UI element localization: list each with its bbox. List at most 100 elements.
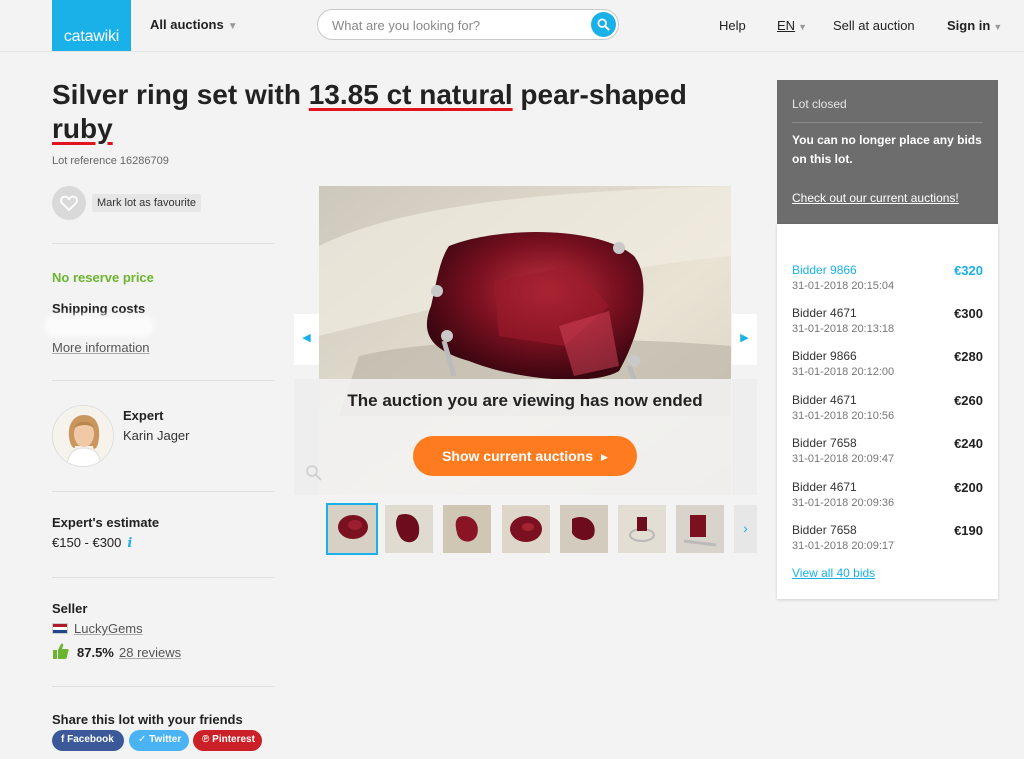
- sell-at-auction-link[interactable]: Sell at auction: [833, 18, 915, 33]
- bidder-name: Bidder 7658: [792, 523, 857, 537]
- bidder-name: Bidder 7658: [792, 436, 857, 450]
- bid-time: 31-01-2018 20:10:56: [792, 410, 895, 422]
- gallery-prev-button[interactable]: ◀: [294, 314, 319, 365]
- show-current-auctions-label: Show current auctions: [442, 448, 593, 464]
- facebook-share-button[interactable]: f Facebook: [52, 730, 124, 751]
- expert-name: Karin Jager: [123, 428, 190, 443]
- bid-time: 31-01-2018 20:09:47: [792, 453, 895, 465]
- show-current-auctions-button[interactable]: Show current auctions ▶: [413, 436, 637, 476]
- expert-avatar: [52, 405, 114, 467]
- thumbs-up-icon: [53, 643, 69, 659]
- pinterest-label: Pinterest: [212, 734, 255, 745]
- gallery-side-panel: [732, 379, 757, 495]
- search-bar: [317, 9, 619, 40]
- bidder-name: Bidder 4671: [792, 480, 857, 494]
- divider: [52, 380, 274, 381]
- seller-name-link[interactable]: LuckyGems: [74, 621, 143, 636]
- sign-in-label: Sign in: [947, 18, 991, 33]
- lot-status-box: Lot closed You can no longer place any b…: [777, 80, 998, 224]
- bid-row: Bidder 7658 31-01-2018 20:09:47 €240: [792, 436, 983, 476]
- current-auctions-link[interactable]: Check out our current auctions!: [792, 191, 959, 205]
- gallery-thumbnail[interactable]: [618, 505, 666, 553]
- thumbnails-next-button[interactable]: ›: [734, 505, 757, 553]
- divider: [52, 577, 274, 578]
- divider: [52, 243, 274, 244]
- shipping-costs-value: [48, 319, 150, 333]
- twitter-share-button[interactable]: ✓ Twitter: [129, 730, 189, 751]
- no-reserve-label: No reserve price: [52, 270, 154, 285]
- expert-title: Expert: [123, 408, 164, 423]
- play-arrow-icon: ▶: [601, 452, 608, 462]
- lot-closed-heading: Lot closed: [792, 97, 847, 111]
- twitter-label: Twitter: [149, 734, 182, 745]
- bidder-name: Bidder 9866: [792, 263, 857, 277]
- gallery-thumbnail[interactable]: [560, 505, 608, 553]
- seller-label: Seller: [52, 601, 88, 616]
- search-input[interactable]: [332, 16, 582, 34]
- pinterest-share-button[interactable]: ℗ Pinterest: [193, 730, 262, 751]
- lot-image-gallery[interactable]: The auction you are viewing has now ende…: [319, 186, 731, 495]
- gallery-thumbnail[interactable]: [502, 505, 550, 553]
- zoom-icon[interactable]: [305, 464, 323, 482]
- gallery-thumbnail[interactable]: [326, 503, 378, 555]
- bidder-name: Bidder 4671: [792, 306, 857, 320]
- sign-in-menu[interactable]: Sign in ▼: [947, 18, 1002, 33]
- seller-rating: 87.5%: [77, 645, 114, 660]
- bid-row: Bidder 7658 31-01-2018 20:09:17 €190: [792, 523, 983, 563]
- netherlands-flag-icon: [52, 623, 68, 634]
- bid-amount: €200: [954, 480, 983, 495]
- gallery-thumbnail[interactable]: [676, 505, 724, 553]
- catawiki-logo[interactable]: catawiki: [52, 0, 131, 51]
- lot-closed-message: You can no longer place any bids on this…: [792, 133, 982, 166]
- favourite-label[interactable]: Mark lot as favourite: [92, 194, 202, 212]
- language-label: EN: [777, 18, 796, 33]
- bidder-name: Bidder 4671: [792, 393, 857, 407]
- title-text: pear-shaped: [512, 79, 687, 110]
- shipping-costs-label: Shipping costs: [52, 301, 146, 316]
- top-header: catawiki All auctions▼ Help EN▼ Sell at …: [0, 0, 1024, 52]
- bid-row: Bidder 9866 31-01-2018 20:12:00 €280: [792, 349, 983, 389]
- view-all-bids-link[interactable]: View all 40 bids: [792, 566, 875, 580]
- pinterest-icon: ℗: [202, 734, 213, 745]
- estimate-value: €150 - €300 i: [52, 535, 132, 551]
- language-selector[interactable]: EN ▼: [777, 18, 807, 33]
- gallery-thumbnail[interactable]: [385, 505, 433, 553]
- auction-ended-text: The auction you are viewing has now ende…: [347, 391, 703, 410]
- all-auctions-menu[interactable]: All auctions ▼: [150, 17, 238, 32]
- bid-time: 31-01-2018 20:09:17: [792, 540, 895, 552]
- arrow-left-icon: ◀: [302, 332, 311, 344]
- bid-row: Bidder 4671 31-01-2018 20:13:18 €300: [792, 306, 983, 346]
- bid-row: Bidder 9866 31-01-2018 20:15:04 €320: [792, 263, 983, 303]
- bid-amount: €300: [954, 306, 983, 321]
- title-highlight: ruby: [52, 113, 113, 144]
- seller-reviews-link[interactable]: 28 reviews: [119, 645, 181, 660]
- bidder-name: Bidder 9866: [792, 349, 857, 363]
- divider: [52, 686, 274, 687]
- help-link[interactable]: Help: [719, 18, 746, 33]
- bid-time: 31-01-2018 20:12:00: [792, 366, 895, 378]
- chevron-right-icon: ›: [743, 520, 748, 536]
- bid-time: 31-01-2018 20:09:36: [792, 497, 895, 509]
- estimate-amount: €150 - €300: [52, 535, 122, 550]
- bid-amount: €280: [954, 349, 983, 364]
- divider: [52, 491, 274, 492]
- favourite-circle[interactable]: [52, 186, 86, 220]
- chevron-down-icon: ▼: [993, 22, 1003, 32]
- twitter-icon: ✓: [138, 734, 150, 745]
- estimate-label: Expert's estimate: [52, 515, 160, 530]
- more-information-link[interactable]: More information: [52, 340, 150, 355]
- auction-ended-overlay: The auction you are viewing has now ende…: [319, 379, 731, 495]
- bid-row: Bidder 4671 31-01-2018 20:10:56 €260: [792, 393, 983, 433]
- gallery-thumbnail[interactable]: [443, 505, 491, 553]
- chevron-down-icon: ▼: [798, 22, 807, 32]
- bid-amount: €190: [954, 523, 983, 538]
- search-icon: [597, 18, 610, 31]
- lot-title: Silver ring set with 13.85 ct natural pe…: [52, 78, 752, 146]
- info-icon[interactable]: i: [127, 536, 132, 551]
- search-button[interactable]: [591, 12, 616, 37]
- arrow-right-icon: ▶: [740, 332, 749, 344]
- divider: [792, 122, 983, 123]
- facebook-label: Facebook: [67, 734, 114, 745]
- bid-time: 31-01-2018 20:13:18: [792, 323, 895, 335]
- gallery-next-button[interactable]: ▶: [732, 314, 757, 365]
